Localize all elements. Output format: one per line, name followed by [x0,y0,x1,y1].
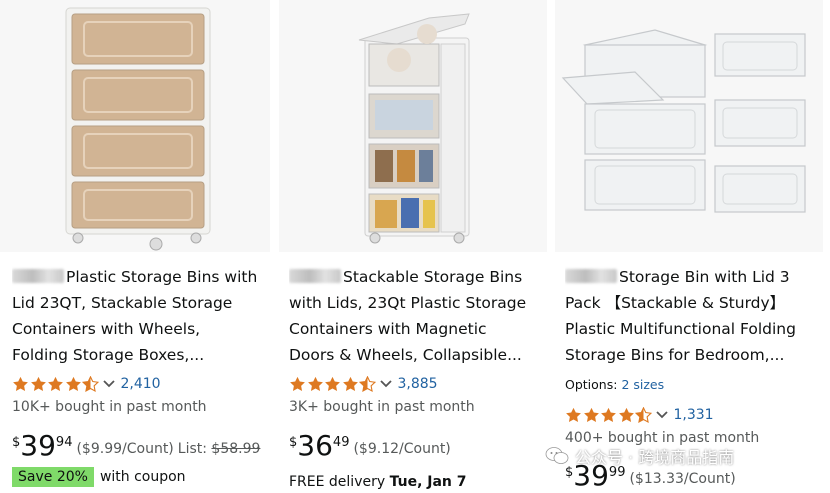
rating-row-2[interactable]: 3,885 [289,374,438,394]
star-full-icon [583,407,599,422]
storage-cabinet-image [279,0,547,252]
price-fraction: 49 [332,435,350,450]
price-whole: 36 [297,429,333,462]
clear-bins-image [555,0,823,252]
price-whole: 39 [20,429,56,462]
rating-count[interactable]: 1,331 [674,407,714,423]
rating-count[interactable]: 2,410 [121,376,161,392]
star-half-icon [82,376,99,392]
star-rating [289,376,377,392]
star-full-icon [30,376,46,391]
star-full-icon [13,376,28,391]
coupon-row[interactable]: Save 20% with coupon [12,467,186,487]
delivery-info: FREE delivery Tue, Jan 7 [289,474,467,490]
bought-count: 3K+ bought in past month [289,399,475,415]
rating-row-1[interactable]: 2,410 [12,374,161,394]
storage-tower-image [0,0,270,252]
chevron-down-icon[interactable] [102,379,115,389]
product-card-2: Stackable Storage Bins with Lids, 23Qt P… [279,0,547,493]
coupon-text: with coupon [99,469,186,485]
chevron-down-icon[interactable] [379,379,392,389]
product-title-3[interactable]: Storage Bin with Lid 3 Pack 【Stackable &… [565,264,827,370]
star-rating [12,376,100,392]
star-full-icon [290,376,305,391]
product-image-3[interactable] [555,0,823,252]
per-unit-price: ($9.12/Count) [353,441,451,457]
coupon-badge: Save 20% [12,467,94,487]
list-price: List: $58.99 [177,441,261,457]
star-full-icon [325,376,340,391]
star-full-icon [307,376,323,391]
price-row-2[interactable]: $ 36 49 ($9.12/Count) [289,432,451,460]
star-full-icon [342,376,358,391]
product-card-1: Plastic Storage Bins with Lid 23QT, Stac… [0,0,270,493]
chevron-down-icon[interactable] [655,410,668,420]
product-title-2[interactable]: Stackable Storage Bins with Lids, 23Qt P… [289,264,543,370]
options-row: Options: 2 sizes [565,377,665,392]
wechat-icon [545,447,569,464]
blurred-brand [12,269,64,283]
star-full-icon [618,407,634,422]
star-half-icon [359,376,376,392]
watermark: 公众号 · 跨境商品指南 [545,444,734,468]
product-image-2[interactable] [279,0,547,252]
per-unit-price: ($13.33/Count) [629,471,736,487]
product-card-3: Storage Bin with Lid 3 Pack 【Stackable &… [555,0,830,493]
price-row-1[interactable]: $ 39 94 ($9.99/Count) List: $58.99 [12,432,260,460]
delivery-date: Tue, Jan 7 [389,474,467,490]
rating-row-3[interactable]: 1,331 [565,405,714,425]
options-link[interactable]: 2 sizes [621,377,664,392]
blurred-brand [565,269,617,283]
bought-count: 10K+ bought in past month [12,399,207,415]
blurred-brand [289,269,341,283]
star-full-icon [48,376,63,391]
star-full-icon [601,407,616,422]
star-half-icon [635,407,652,423]
star-rating [565,407,653,423]
per-unit-price: ($9.99/Count) [76,441,174,457]
price-fraction: 94 [55,435,73,450]
star-full-icon [566,407,581,422]
product-image-1[interactable] [0,0,270,252]
product-title-1[interactable]: Plastic Storage Bins with Lid 23QT, Stac… [12,264,264,370]
star-full-icon [65,376,81,391]
rating-count[interactable]: 3,885 [398,376,438,392]
